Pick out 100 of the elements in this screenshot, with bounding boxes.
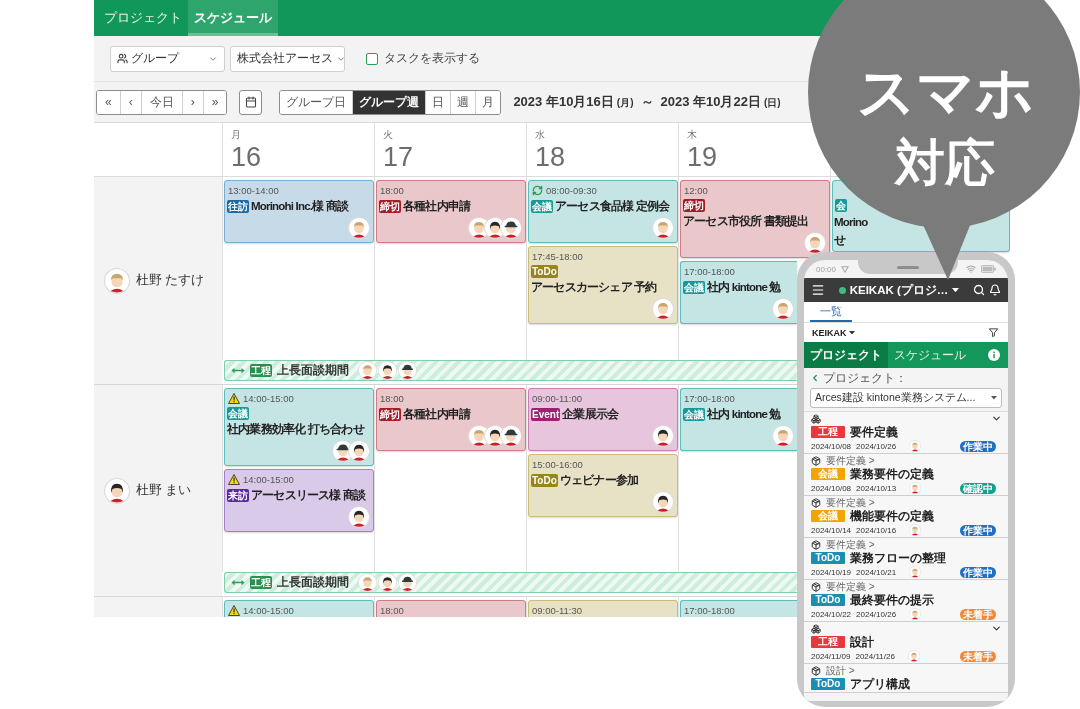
menu-icon[interactable] xyxy=(811,283,825,297)
event-card[interactable]: 13:00-14:00 往訪 Morinohi Inc.様 商談 xyxy=(224,180,374,243)
event-card[interactable]: 12:00 締切 アーセス市役所 書類提出 xyxy=(680,180,830,258)
group-select[interactable]: グループ xyxy=(110,45,225,72)
wifi-icon xyxy=(966,264,976,274)
person-name: 杜野 たすけ xyxy=(136,272,205,289)
double-arrow-icon xyxy=(231,579,245,586)
event-card[interactable]: 18:00 締切 各種社内申請 xyxy=(376,388,526,451)
category-tag: ToDo xyxy=(811,678,845,690)
chevron-down-icon[interactable] xyxy=(991,413,1002,424)
category-tag: ToDo xyxy=(531,474,558,487)
event-card[interactable]: 08:00-09:30 会議 アーセス食品様 定例会 xyxy=(528,180,678,243)
day-number: 19 xyxy=(687,144,718,171)
avatar-icon xyxy=(348,217,370,239)
list-item[interactable]: 工程 要件定義 2024/10/08 2024/10/26 作業中 xyxy=(804,412,1008,454)
checkbox[interactable] xyxy=(366,52,378,65)
category-tag: 会議 xyxy=(811,468,845,480)
pager-button[interactable]: » xyxy=(202,90,227,114)
end-date: 2024/10/26 xyxy=(856,441,897,451)
category-tag: 工程 xyxy=(250,364,272,377)
list-item[interactable]: 要件定義 > ToDo 業務フローの整理 2024/10/19 2024/10/21 作業中 xyxy=(804,538,1008,580)
bell-icon[interactable] xyxy=(989,284,1001,296)
dot-icon xyxy=(838,286,846,294)
event-card[interactable]: 09:00-11:30 xyxy=(528,600,678,617)
event-card[interactable]: 09:00-11:00 Event 企業展示会 xyxy=(528,388,678,451)
status-tag: 作業中 xyxy=(960,566,996,578)
triangle-icon xyxy=(841,265,850,273)
event-card[interactable]: 14:00-15:00 会議 社内業務効率化 打ち合わせ xyxy=(224,388,374,466)
event-title: アーセスリース様 商談 xyxy=(251,488,366,503)
event-card[interactable]: 17:00-18:00 xyxy=(680,600,797,617)
event-title: せ xyxy=(834,233,847,248)
event-card[interactable]: 15:00-16:00 ToDo ウェビナー参加 xyxy=(528,454,678,517)
start-date: 2024/10/14 xyxy=(811,525,852,535)
event-title: アーセス食品様 定例会 xyxy=(555,199,670,214)
category-tag: ToDo xyxy=(811,552,845,564)
view-button[interactable]: グループ週 xyxy=(352,90,426,114)
view-button[interactable]: 月 xyxy=(475,90,501,114)
list-item[interactable]: 設計 > ToDo アプリ構成 xyxy=(804,664,1008,693)
date-text: 2023 年10月22日 xyxy=(660,93,761,111)
list-item[interactable]: 工程 設計 2024/11/09 2024/11/26 未着手 xyxy=(804,622,1008,664)
event-card[interactable]: 14:00-15:00 xyxy=(224,600,374,617)
event-time: 17:45-18:00 xyxy=(532,250,583,262)
list-item[interactable]: 要件定義 > 会議 業務要件の定義 2024/10/08 2024/10/13 確認中 xyxy=(804,454,1008,496)
calendar-button[interactable] xyxy=(239,89,263,115)
event-card[interactable]: 14:00-15:00 来訪 アーセスリース様 商談 xyxy=(224,469,374,532)
event-title: 各種社内申請 xyxy=(403,199,471,214)
avatar-icon xyxy=(500,425,522,447)
parent-link[interactable]: 要件定義 > xyxy=(826,539,875,550)
event-title: 社内 kintone 勉 xyxy=(707,407,781,422)
day-number: 17 xyxy=(383,144,414,171)
company-select[interactable]: 株式会社アーセス xyxy=(230,45,345,72)
event-time: 14:00-15:00 xyxy=(243,604,294,616)
weekday-label: 水 xyxy=(535,128,545,142)
weekday-label: 月 xyxy=(231,128,241,142)
avatar-icon xyxy=(907,650,920,662)
bar-title: 上長面談期間 xyxy=(277,575,349,590)
event-card[interactable]: 18:00 締切 各種社内申請 xyxy=(376,180,526,243)
box-icon xyxy=(811,539,821,550)
filter-icon[interactable] xyxy=(988,327,999,338)
parent-link[interactable]: 要件定義 > xyxy=(826,497,875,508)
category-tag: 工程 xyxy=(811,426,845,438)
field-label: プロジェクト： xyxy=(823,371,907,385)
event-card[interactable]: 17:45-18:00 ToDo アーセスカーシェア 予約 xyxy=(528,246,678,324)
end-date: 2024/10/21 xyxy=(856,567,897,577)
status-time: 00:00 xyxy=(816,264,837,274)
section-tab[interactable]: プロジェクト xyxy=(804,342,888,368)
list-item[interactable]: 要件定義 > 会議 機能要件の定義 2024/10/14 2024/10/16 作業中 xyxy=(804,496,1008,538)
event-time: 09:00-11:00 xyxy=(532,392,582,404)
search-icon[interactable] xyxy=(973,284,985,296)
parent-link[interactable]: 要件定義 > xyxy=(826,455,875,466)
span-bar[interactable]: 工程 上長面談期間 xyxy=(224,360,797,381)
day-number: 16 xyxy=(231,144,262,171)
info-icon[interactable] xyxy=(988,349,1000,361)
event-card[interactable]: 17:00-18:00 会議 社内 kintone 勉 xyxy=(680,388,797,451)
box-icon xyxy=(811,665,821,676)
filter-label[interactable]: KEIKAK xyxy=(812,327,847,338)
item-title: 最終要件の提示 xyxy=(850,592,934,609)
avatar-icon xyxy=(652,491,674,513)
parent-link[interactable]: 設計 > xyxy=(826,665,855,676)
event-time: 09:00-11:30 xyxy=(532,604,582,616)
avatar-icon xyxy=(909,566,922,578)
list-item[interactable]: 要件定義 > ToDo 最終要件の提示 2024/10/22 2024/10/26 未着手 xyxy=(804,580,1008,622)
start-date: 2024/10/08 xyxy=(811,441,852,451)
event-card[interactable]: 17:00-18:00 会議 社内 kintone 勉 xyxy=(680,261,797,324)
users-icon xyxy=(117,53,128,64)
box-icon xyxy=(811,581,821,592)
checkbox-label: タスクを表示する xyxy=(384,50,480,67)
project-select[interactable]: Arces建設 kintone業務システム... xyxy=(810,388,1002,408)
event-time: 15:00-16:00 xyxy=(532,458,583,470)
event-title: アーセスカーシェア 予約 xyxy=(531,280,657,295)
weekday-label: 木 xyxy=(687,128,697,142)
event-card[interactable]: 18:00 xyxy=(376,600,526,617)
category-tag: 会議 xyxy=(227,407,249,420)
span-bar[interactable]: 工程 上長面談期間 xyxy=(224,572,797,593)
chevron-down-icon[interactable] xyxy=(991,623,1002,634)
back-icon[interactable] xyxy=(810,373,820,383)
parent-link[interactable]: 要件定義 > xyxy=(826,581,875,592)
app-title[interactable]: KEIKAK (プロジ… xyxy=(849,282,949,298)
category-tag: Event xyxy=(531,408,561,421)
day-number: 18 xyxy=(535,144,566,171)
